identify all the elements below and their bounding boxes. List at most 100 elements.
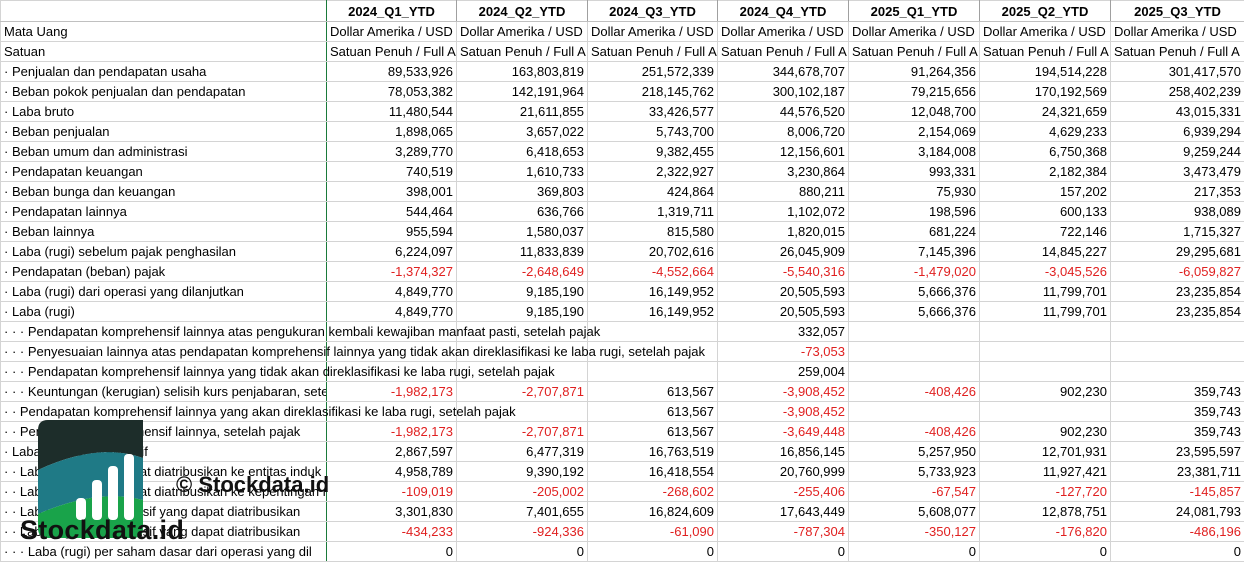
value-cell[interactable]: 3,184,008 [848, 141, 980, 162]
value-cell[interactable]: -787,304 [717, 521, 849, 542]
value-cell[interactable]: 2,182,384 [979, 161, 1111, 182]
value-cell[interactable]: 5,666,376 [848, 281, 980, 302]
value-cell[interactable]: 24,321,659 [979, 101, 1111, 122]
row-label[interactable]: · · · Penyesuaian lainnya atas pendapata… [0, 341, 705, 362]
value-cell[interactable]: 21,611,855 [456, 101, 588, 122]
value-cell[interactable]: 4,849,770 [326, 301, 457, 322]
value-cell[interactable] [587, 321, 718, 342]
value-cell[interactable]: 20,702,616 [587, 241, 718, 262]
value-cell[interactable]: 880,211 [717, 181, 849, 202]
value-cell[interactable]: 12,156,601 [717, 141, 849, 162]
value-cell[interactable]: 359,743 [1110, 401, 1244, 422]
value-cell[interactable]: 198,596 [848, 201, 980, 222]
value-cell[interactable]: 902,230 [979, 381, 1111, 402]
corner-cell[interactable] [0, 0, 327, 22]
value-cell[interactable]: 11,927,421 [979, 461, 1111, 482]
value-cell[interactable]: 993,331 [848, 161, 980, 182]
value-cell[interactable]: 16,856,145 [717, 441, 849, 462]
value-cell[interactable]: -3,649,448 [717, 421, 849, 442]
column-header[interactable]: 2025_Q1_YTD [848, 0, 980, 22]
value-cell[interactable]: 17,643,449 [717, 501, 849, 522]
value-cell[interactable] [979, 341, 1111, 362]
row-label[interactable]: · · Pendapatan komprehensif lainnya yang… [0, 401, 516, 422]
value-cell[interactable]: 9,390,192 [456, 461, 588, 482]
value-cell[interactable]: 0 [1110, 541, 1244, 562]
row-label[interactable]: · · Laba rugi komprehensif yang dapat di… [0, 501, 327, 522]
value-cell[interactable]: 79,215,656 [848, 81, 980, 102]
value-cell[interactable]: 7,145,396 [848, 241, 980, 262]
column-header[interactable]: 2025_Q3_YTD [1110, 0, 1244, 22]
value-cell[interactable]: 955,594 [326, 221, 457, 242]
value-cell[interactable]: -486,196 [1110, 521, 1244, 542]
value-cell[interactable]: -1,982,173 [326, 381, 457, 402]
value-cell[interactable]: 16,763,519 [587, 441, 718, 462]
value-cell[interactable]: -4,552,664 [587, 261, 718, 282]
value-cell[interactable]: 4,849,770 [326, 281, 457, 302]
value-cell[interactable]: 26,045,909 [717, 241, 849, 262]
value-cell[interactable]: -73,053 [717, 341, 849, 362]
value-cell[interactable]: -1,982,173 [326, 421, 457, 442]
column-header[interactable]: 2024_Q4_YTD [717, 0, 849, 22]
value-cell[interactable]: 722,146 [979, 221, 1111, 242]
value-cell[interactable] [979, 401, 1111, 422]
row-label[interactable]: · Pendapatan lainnya [0, 201, 327, 222]
value-cell[interactable]: -61,090 [587, 521, 718, 542]
row-label[interactable]: Mata Uang [0, 21, 327, 42]
value-cell[interactable]: 300,102,187 [717, 81, 849, 102]
value-cell[interactable]: 424,864 [587, 181, 718, 202]
value-cell[interactable]: -5,540,316 [717, 261, 849, 282]
value-cell[interactable] [1110, 341, 1244, 362]
value-cell[interactable]: 6,418,653 [456, 141, 588, 162]
value-cell[interactable]: -1,374,327 [326, 261, 457, 282]
value-cell[interactable]: 75,930 [848, 181, 980, 202]
value-cell[interactable]: 3,657,022 [456, 121, 588, 142]
value-cell[interactable]: 6,939,294 [1110, 121, 1244, 142]
row-label[interactable]: · Laba (rugi) dari operasi yang dilanjut… [0, 281, 327, 302]
value-cell[interactable]: Satuan Penuh / Full A [456, 41, 588, 62]
value-cell[interactable]: 1,580,037 [456, 221, 588, 242]
value-cell[interactable]: 681,224 [848, 221, 980, 242]
value-cell[interactable]: 91,264,356 [848, 61, 980, 82]
value-cell[interactable]: -67,547 [848, 481, 980, 502]
value-cell[interactable]: 16,418,554 [587, 461, 718, 482]
value-cell[interactable]: 12,048,700 [848, 101, 980, 122]
value-cell[interactable]: 3,230,864 [717, 161, 849, 182]
value-cell[interactable]: 0 [717, 541, 849, 562]
value-cell[interactable]: 636,766 [456, 201, 588, 222]
column-header[interactable]: 2024_Q2_YTD [456, 0, 588, 22]
value-cell[interactable]: 16,149,952 [587, 281, 718, 302]
value-cell[interactable]: -2,707,871 [456, 381, 588, 402]
value-cell[interactable] [848, 341, 980, 362]
value-cell[interactable]: 5,608,077 [848, 501, 980, 522]
value-cell[interactable]: 5,666,376 [848, 301, 980, 322]
value-cell[interactable] [1110, 321, 1244, 342]
row-label[interactable]: · · Laba (rugi) yang dapat diatribusikan… [0, 461, 327, 482]
value-cell[interactable]: 12,701,931 [979, 441, 1111, 462]
value-cell[interactable]: 9,259,244 [1110, 141, 1244, 162]
value-cell[interactable]: 2,867,597 [326, 441, 457, 462]
value-cell[interactable]: 5,733,923 [848, 461, 980, 482]
value-cell[interactable]: 157,202 [979, 181, 1111, 202]
row-label[interactable]: · Pendapatan (beban) pajak [0, 261, 327, 282]
value-cell[interactable]: Dollar Amerika / USD [1110, 21, 1244, 42]
value-cell[interactable]: 142,191,964 [456, 81, 588, 102]
value-cell[interactable]: 3,301,830 [326, 501, 457, 522]
value-cell[interactable]: 20,505,593 [717, 301, 849, 322]
value-cell[interactable]: 89,533,926 [326, 61, 457, 82]
value-cell[interactable]: -255,406 [717, 481, 849, 502]
value-cell[interactable]: Satuan Penuh / Full A [326, 41, 457, 62]
row-label[interactable]: · · Laba (rugi) yang dapat diatribusikan… [0, 481, 327, 502]
value-cell[interactable]: 332,057 [717, 321, 849, 342]
value-cell[interactable]: 217,353 [1110, 181, 1244, 202]
value-cell[interactable]: 1,610,733 [456, 161, 588, 182]
value-cell[interactable]: 0 [326, 541, 457, 562]
value-cell[interactable]: 369,803 [456, 181, 588, 202]
value-cell[interactable]: 1,820,015 [717, 221, 849, 242]
value-cell[interactable]: 251,572,339 [587, 61, 718, 82]
value-cell[interactable]: 170,192,569 [979, 81, 1111, 102]
value-cell[interactable]: 23,235,854 [1110, 301, 1244, 322]
value-cell[interactable]: 14,845,227 [979, 241, 1111, 262]
value-cell[interactable]: -434,233 [326, 521, 457, 542]
value-cell[interactable]: -1,479,020 [848, 261, 980, 282]
value-cell[interactable] [848, 321, 980, 342]
